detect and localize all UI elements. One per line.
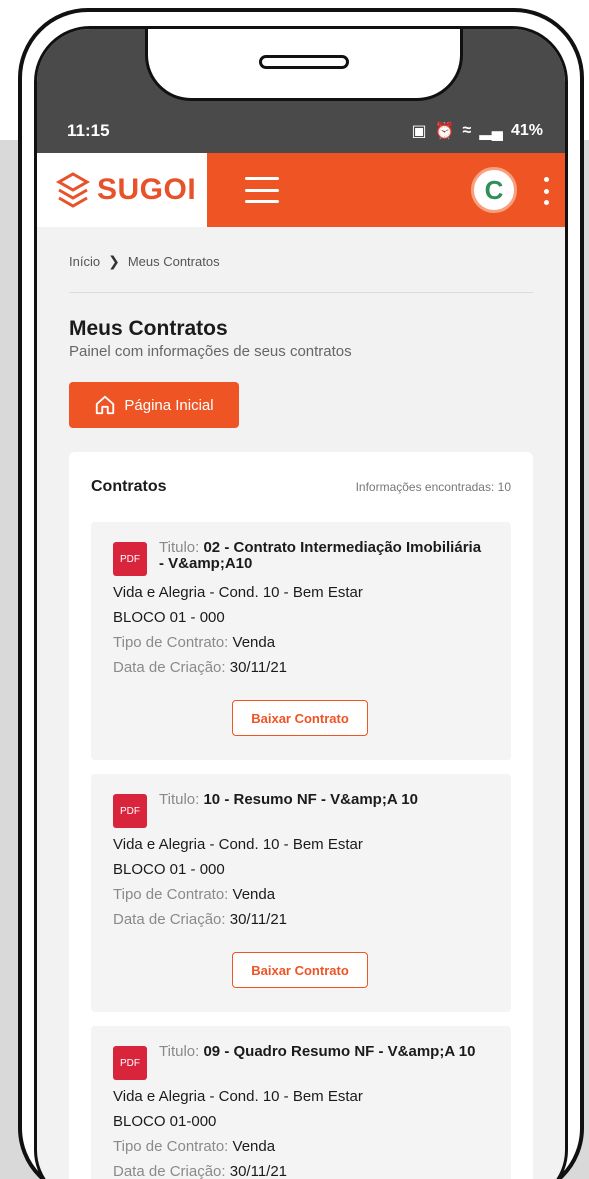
avatar-letter: C <box>484 174 504 205</box>
title-label: Titulo: <box>159 791 200 808</box>
app-header: SUGOI C <box>37 153 565 227</box>
contract-unit: BLOCO 01 - 000 <box>113 609 225 626</box>
phone-speaker <box>259 55 349 69</box>
home-icon <box>96 395 115 415</box>
contract-type: Tipo de Contrato: Venda <box>113 1138 487 1155</box>
contract-title: Titulo: 09 - Quadro Resumo NF - V&amp;A … <box>159 1044 475 1060</box>
phone-screen: 11:15 ▣ ⏰ ≈ ▂▄ 41% SUGOI C Início ❯ Meus… <box>34 26 568 1179</box>
contract-date: Data de Criação: 30/11/21 <box>113 659 487 676</box>
contract-date-value: 30/11/21 <box>229 659 288 676</box>
contract-unit: BLOCO 01 - 000 <box>113 861 225 878</box>
pdf-icon: PDF <box>113 1046 147 1080</box>
alarm-icon: ⏰ <box>434 123 455 140</box>
main-content: Início ❯ Meus Contratos Meus Contratos P… <box>37 227 565 1179</box>
contract-title-value: 10 - Resumo NF - V&amp;A 10 <box>203 791 418 808</box>
status-time: 11:15 <box>67 121 110 140</box>
contract-type-value: Venda <box>232 1138 276 1155</box>
download-contract-button[interactable]: Baixar Contrato <box>232 700 368 736</box>
contract-card: PDF Titulo: 10 - Resumo NF - V&amp;A 10 … <box>91 774 511 1012</box>
contract-date-value: 30/11/21 <box>229 1163 288 1179</box>
date-label: Data de Criação: <box>113 659 226 676</box>
contract-card: PDF Titulo: 09 - Quadro Resumo NF - V&am… <box>91 1026 511 1179</box>
contract-card: PDF Titulo: 02 - Contrato Intermediação … <box>91 522 511 760</box>
avatar[interactable]: C <box>471 167 517 213</box>
panel-header: Contratos Informações encontradas: 10 <box>91 478 511 496</box>
title-label: Titulo: <box>159 1043 200 1060</box>
logo-text: SUGOI <box>97 173 197 206</box>
more-options-icon[interactable] <box>543 177 549 205</box>
contract-type-value: Venda <box>232 634 276 651</box>
contract-unit: BLOCO 01-000 <box>113 1113 217 1130</box>
logo[interactable]: SUGOI <box>37 153 207 227</box>
chevron-right-icon: ❯ <box>108 253 120 269</box>
sugoi-logo-icon <box>55 172 91 208</box>
results-count: Informações encontradas: 10 <box>355 480 511 494</box>
contract-type: Tipo de Contrato: Venda <box>113 634 487 651</box>
type-label: Tipo de Contrato: <box>113 1138 229 1155</box>
title-label: Titulo: <box>159 539 200 556</box>
home-page-button[interactable]: Página Inicial <box>69 382 239 428</box>
contract-title-value: 02 - Contrato Intermediação Imobiliária … <box>159 539 482 572</box>
contract-title-value: 09 - Quadro Resumo NF - V&amp;A 10 <box>203 1043 476 1060</box>
battery-percent: 41% <box>510 122 543 139</box>
contract-title: Titulo: 02 - Contrato Intermediação Imob… <box>159 540 487 572</box>
contract-type-value: Venda <box>232 886 276 903</box>
status-icons: ▣ ⏰ ≈ ▂▄ 41% <box>412 121 544 141</box>
pdf-icon: PDF <box>113 542 147 576</box>
page-title: Meus Contratos <box>69 317 228 340</box>
battery-saver-icon: ▣ <box>411 123 427 140</box>
contract-property: Vida e Alegria - Cond. 10 - Bem Estar <box>113 1088 363 1105</box>
header-bar: C <box>207 153 565 227</box>
signal-icon: ▂▄ <box>479 123 503 140</box>
page-subtitle: Painel com informações de seus contratos <box>69 343 352 360</box>
date-label: Data de Criação: <box>113 1163 226 1179</box>
breadcrumb-home[interactable]: Início <box>69 254 100 269</box>
wifi-icon: ≈ <box>462 122 472 139</box>
contract-property: Vida e Alegria - Cond. 10 - Bem Estar <box>113 836 363 853</box>
contract-date: Data de Criação: 30/11/21 <box>113 911 487 928</box>
contracts-panel: Contratos Informações encontradas: 10 PD… <box>69 452 533 1179</box>
status-bar: 11:15 ▣ ⏰ ≈ ▂▄ 41% <box>37 29 565 153</box>
date-label: Data de Criação: <box>113 911 226 928</box>
phone-frame: 11:15 ▣ ⏰ ≈ ▂▄ 41% SUGOI C Início ❯ Meus… <box>18 8 584 1179</box>
contract-date: Data de Criação: 30/11/21 <box>113 1163 487 1179</box>
menu-icon[interactable] <box>245 177 279 203</box>
breadcrumb-current: Meus Contratos <box>127 254 220 269</box>
contract-date-value: 30/11/21 <box>229 911 288 928</box>
contract-property: Vida e Alegria - Cond. 10 - Bem Estar <box>113 584 363 601</box>
contract-title: Titulo: 10 - Resumo NF - V&amp;A 10 <box>159 792 418 808</box>
panel-title: Contratos <box>91 478 167 495</box>
breadcrumb: Início ❯ Meus Contratos <box>69 253 533 293</box>
type-label: Tipo de Contrato: <box>113 634 229 651</box>
contract-type: Tipo de Contrato: Venda <box>113 886 487 903</box>
type-label: Tipo de Contrato: <box>113 886 229 903</box>
home-page-button-label: Página Inicial <box>124 396 214 414</box>
download-contract-button[interactable]: Baixar Contrato <box>232 952 368 988</box>
pdf-icon: PDF <box>113 794 147 828</box>
